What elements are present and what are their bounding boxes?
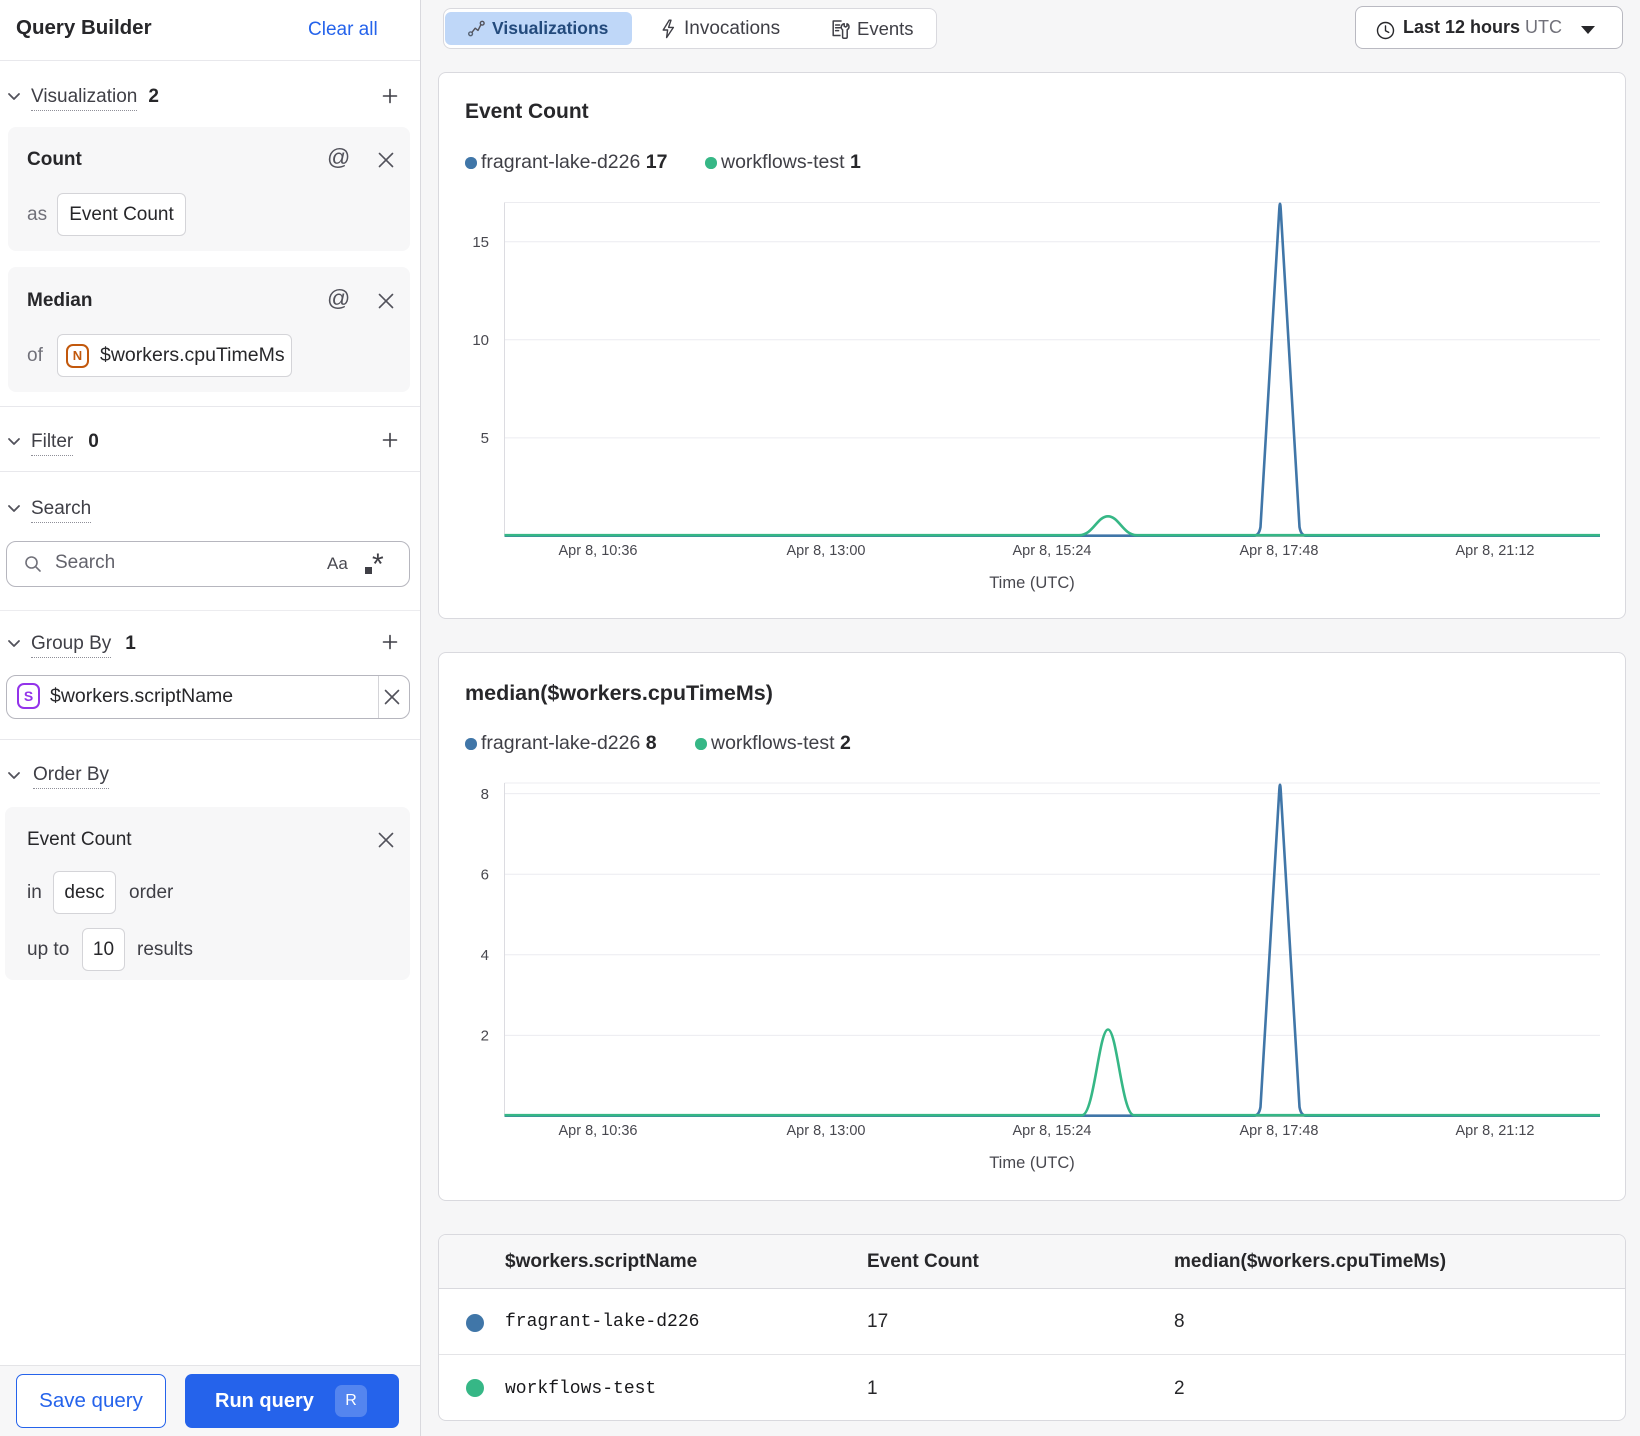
svg-text:4: 4 bbox=[481, 947, 489, 964]
svg-text:Apr 8, 15:24: Apr 8, 15:24 bbox=[1013, 1123, 1092, 1139]
svg-text:Apr 8, 10:36: Apr 8, 10:36 bbox=[559, 1123, 638, 1139]
svg-text:5: 5 bbox=[481, 430, 489, 447]
svg-text:Apr 8, 17:48: Apr 8, 17:48 bbox=[1240, 1123, 1319, 1139]
svg-text:Apr 8, 10:36: Apr 8, 10:36 bbox=[559, 543, 638, 559]
svg-text:Apr 8, 21:12: Apr 8, 21:12 bbox=[1456, 543, 1535, 559]
svg-text:8: 8 bbox=[481, 786, 489, 803]
svg-text:*: * bbox=[372, 550, 384, 576]
svg-text:Apr 8, 15:24: Apr 8, 15:24 bbox=[1013, 543, 1092, 559]
svg-text:Apr 8, 13:00: Apr 8, 13:00 bbox=[787, 543, 866, 559]
svg-text:Apr 8, 13:00: Apr 8, 13:00 bbox=[787, 1123, 866, 1139]
svg-text:Time (UTC): Time (UTC) bbox=[989, 574, 1075, 592]
svg-text:Apr 8, 17:48: Apr 8, 17:48 bbox=[1240, 543, 1319, 559]
svg-text:15: 15 bbox=[472, 234, 489, 251]
svg-text:10: 10 bbox=[472, 332, 489, 349]
svg-text:2: 2 bbox=[481, 1028, 489, 1045]
svg-text:Time (UTC): Time (UTC) bbox=[989, 1154, 1075, 1172]
svg-text:Apr 8, 21:12: Apr 8, 21:12 bbox=[1456, 1123, 1535, 1139]
svg-text:6: 6 bbox=[481, 867, 489, 884]
